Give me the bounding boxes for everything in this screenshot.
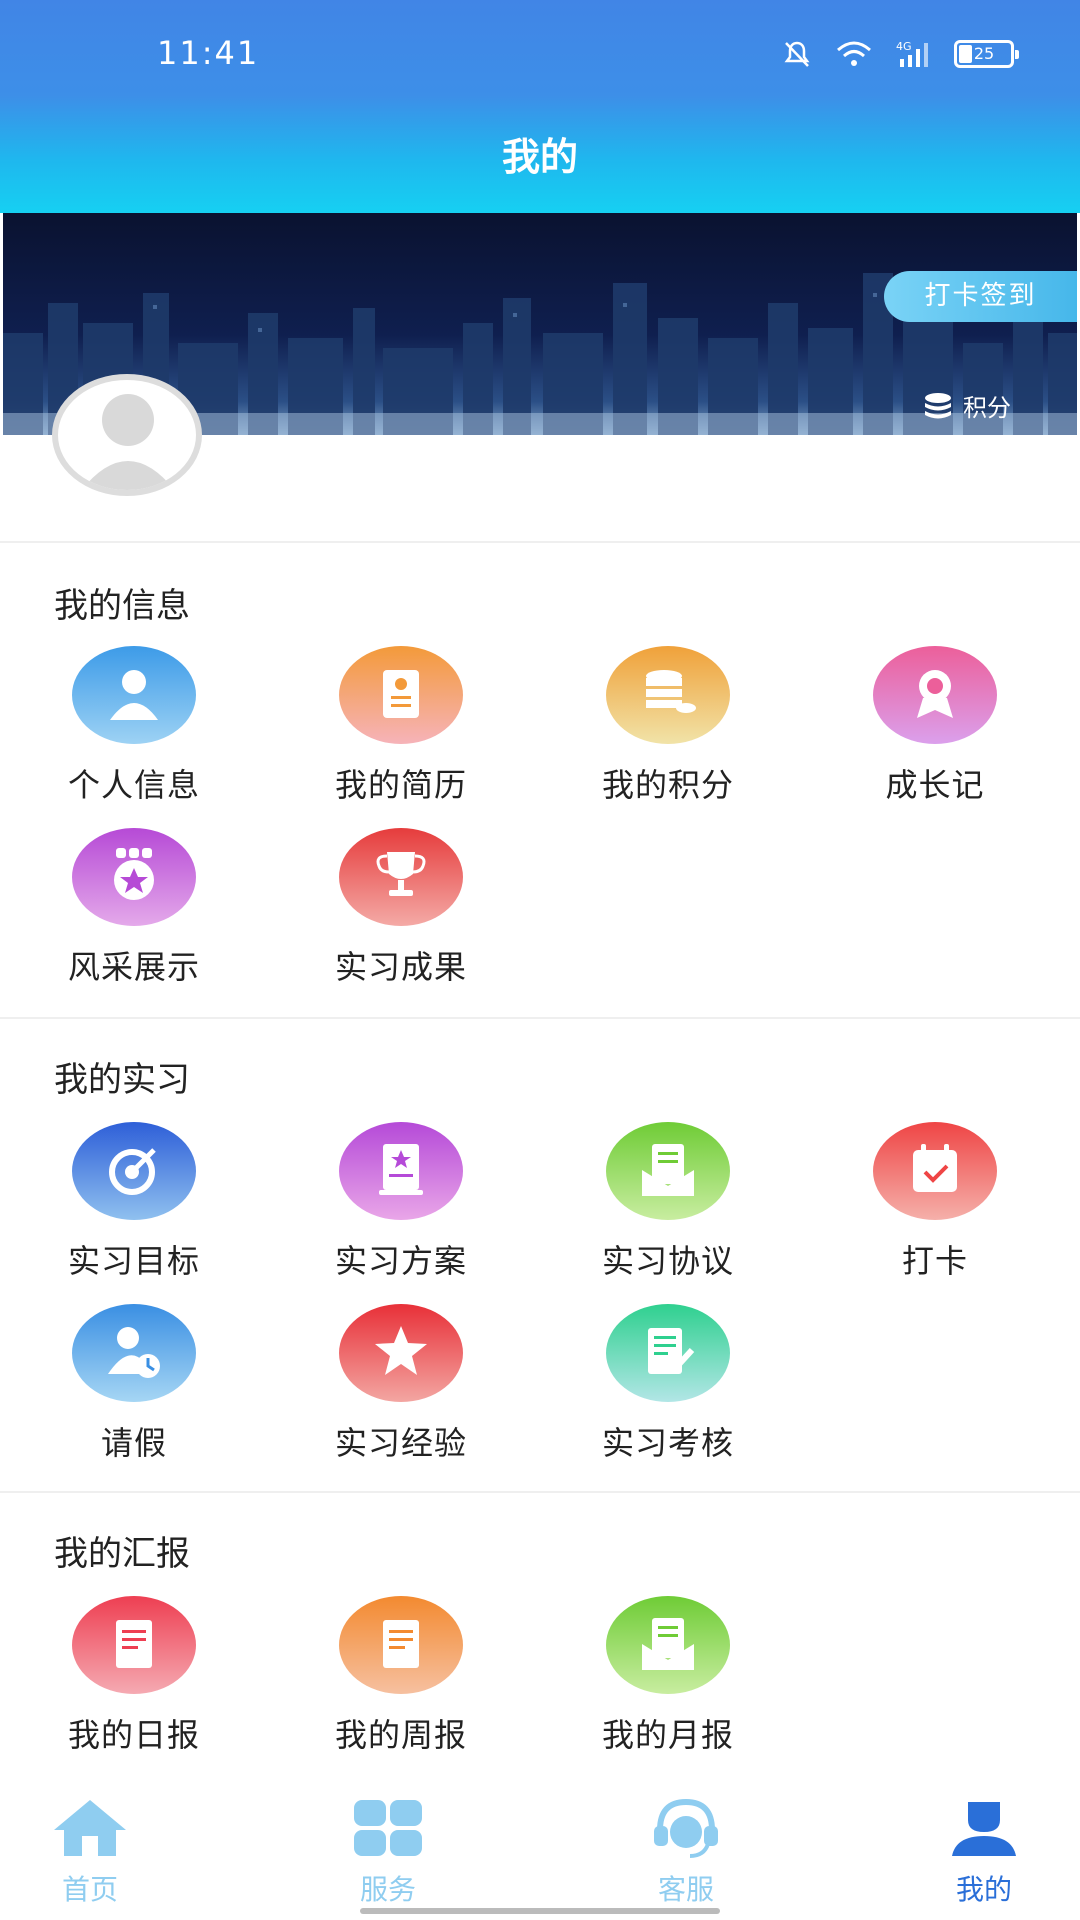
menu-item-monthly-report[interactable]: 我的月报 bbox=[548, 1596, 788, 1754]
menu-item-clock-in[interactable]: 打卡 bbox=[815, 1122, 1055, 1280]
trophy-icon bbox=[339, 828, 463, 926]
coins-icon bbox=[606, 646, 730, 744]
menu-item-weekly-report[interactable]: 我的周报 bbox=[281, 1596, 521, 1754]
menu-item-label: 实习成果 bbox=[334, 948, 467, 986]
target-icon bbox=[72, 1122, 196, 1220]
resume-icon bbox=[339, 646, 463, 744]
menu-item-internship-plan[interactable]: 实习方案 bbox=[281, 1122, 521, 1280]
nav-label: 我的 bbox=[955, 1873, 1012, 1906]
badge-star-icon bbox=[72, 828, 196, 926]
section-title-my-reports: 我的汇报 bbox=[54, 1534, 190, 1574]
menu-item-showcase[interactable]: 风采展示 bbox=[14, 828, 254, 986]
home-icon bbox=[54, 1800, 126, 1856]
default-avatar-icon bbox=[81, 394, 175, 490]
menu-item-label: 我的积分 bbox=[601, 766, 734, 804]
calendar-check-icon bbox=[873, 1122, 997, 1220]
mute-icon bbox=[784, 41, 810, 67]
star-icon bbox=[339, 1304, 463, 1402]
status-time: 11:41 bbox=[157, 34, 260, 72]
points-link[interactable]: 积分 bbox=[923, 388, 1011, 423]
menu-item-label: 风采展示 bbox=[67, 948, 200, 986]
nav-item-mine[interactable]: 我的 bbox=[904, 1798, 1064, 1908]
medal-icon bbox=[873, 646, 997, 744]
menu-item-growth-record[interactable]: 成长记 bbox=[815, 646, 1055, 804]
bottom-nav: 首页 服务 客服 我的 bbox=[0, 1770, 1080, 1920]
menu-item-my-resume[interactable]: 我的简历 bbox=[281, 646, 521, 804]
menu-item-leave[interactable]: 请假 bbox=[14, 1304, 254, 1462]
nav-label: 首页 bbox=[61, 1873, 118, 1906]
menu-item-label: 实习经验 bbox=[334, 1424, 467, 1462]
divider bbox=[0, 1491, 1080, 1493]
menu-item-label: 我的简历 bbox=[334, 766, 467, 804]
home-indicator bbox=[360, 1908, 720, 1914]
leave-clock-icon bbox=[72, 1304, 196, 1402]
menu-item-label: 实习协议 bbox=[601, 1242, 734, 1280]
grid-icon bbox=[354, 1800, 422, 1856]
menu-item-internship-assessment[interactable]: 实习考核 bbox=[548, 1304, 788, 1462]
person-icon bbox=[72, 646, 196, 744]
nav-label: 服务 bbox=[359, 1873, 416, 1906]
status-icons: 4G 25 bbox=[782, 34, 1019, 74]
menu-item-label: 我的日报 bbox=[67, 1716, 200, 1754]
divider bbox=[0, 541, 1080, 543]
daily-report-icon bbox=[72, 1596, 196, 1694]
menu-item-label: 请假 bbox=[100, 1424, 167, 1462]
nav-item-services[interactable]: 服务 bbox=[308, 1798, 468, 1908]
signal-4g-icon: 4G bbox=[896, 40, 928, 67]
coins-stack-icon bbox=[925, 392, 951, 418]
section-title-my-internship: 我的实习 bbox=[54, 1060, 190, 1100]
menu-item-label: 成长记 bbox=[885, 766, 985, 804]
menu-item-internship-results[interactable]: 实习成果 bbox=[281, 828, 521, 986]
menu-item-personal-info[interactable]: 个人信息 bbox=[14, 646, 254, 804]
menu-item-internship-agreement[interactable]: 实习协议 bbox=[548, 1122, 788, 1280]
nav-item-home[interactable]: 首页 bbox=[10, 1798, 170, 1908]
assessment-icon bbox=[606, 1304, 730, 1402]
menu-item-my-points[interactable]: 我的积分 bbox=[548, 646, 788, 804]
menu-item-label: 打卡 bbox=[901, 1242, 968, 1280]
menu-item-label: 实习方案 bbox=[334, 1242, 467, 1280]
menu-item-internship-goal[interactable]: 实习目标 bbox=[14, 1122, 254, 1280]
avatar[interactable] bbox=[52, 374, 202, 496]
headset-icon bbox=[654, 1798, 718, 1858]
checkin-button[interactable]: 打卡签到 bbox=[884, 271, 1077, 322]
plan-book-icon bbox=[339, 1122, 463, 1220]
monthly-report-icon bbox=[606, 1596, 730, 1694]
nav-label: 客服 bbox=[657, 1873, 714, 1906]
profile-icon bbox=[952, 1802, 1016, 1856]
divider bbox=[0, 1017, 1080, 1019]
menu-item-internship-experience[interactable]: 实习经验 bbox=[281, 1304, 521, 1462]
wifi-icon bbox=[837, 41, 871, 66]
top-header: 11:41 4G 25 我的 bbox=[0, 0, 1080, 213]
section-title-my-info: 我的信息 bbox=[54, 586, 190, 626]
menu-item-label: 我的月报 bbox=[601, 1716, 734, 1754]
menu-item-daily-report[interactable]: 我的日报 bbox=[14, 1596, 254, 1754]
menu-item-label: 我的周报 bbox=[334, 1716, 467, 1754]
nav-item-customer-service[interactable]: 客服 bbox=[606, 1798, 766, 1908]
agreement-icon bbox=[606, 1122, 730, 1220]
points-label: 积分 bbox=[963, 394, 1011, 422]
menu-item-label: 个人信息 bbox=[67, 766, 200, 804]
menu-item-label: 实习目标 bbox=[67, 1242, 200, 1280]
weekly-report-icon bbox=[339, 1596, 463, 1694]
battery-icon: 25 bbox=[954, 40, 1019, 68]
svg-text:4G: 4G bbox=[896, 40, 912, 53]
menu-item-label: 实习考核 bbox=[601, 1424, 734, 1462]
page-title: 我的 bbox=[501, 135, 578, 179]
